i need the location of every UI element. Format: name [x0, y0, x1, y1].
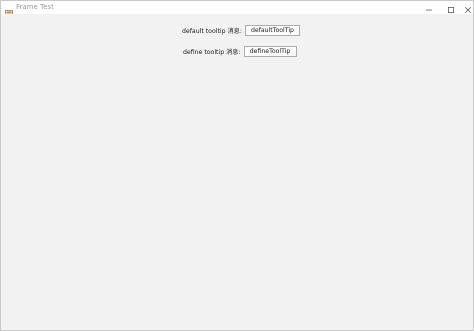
title-bar[interactable]: Frame Test — [1, 1, 473, 18]
content-panel: default tooltip 消息: defaultToolTip defin… — [1, 14, 473, 330]
define-tooltip-row: define tooltip 消息: defineToolTip — [183, 46, 297, 57]
default-tooltip-row: default tooltip 消息: defaultToolTip — [182, 25, 300, 36]
minimize-button[interactable] — [418, 1, 440, 14]
app-window: Frame Test default tooltip 消息: defaultTo… — [0, 0, 474, 331]
close-button[interactable] — [462, 1, 473, 14]
default-tooltip-button[interactable]: defaultToolTip — [244, 25, 300, 36]
default-tooltip-label: default tooltip 消息: — [182, 28, 242, 35]
java-app-icon — [5, 3, 13, 18]
maximize-button[interactable] — [440, 1, 462, 14]
window-title: Frame Test — [16, 3, 54, 11]
define-tooltip-label: define tooltip 消息: — [183, 49, 241, 56]
define-tooltip-button[interactable]: defineToolTip — [243, 46, 297, 57]
